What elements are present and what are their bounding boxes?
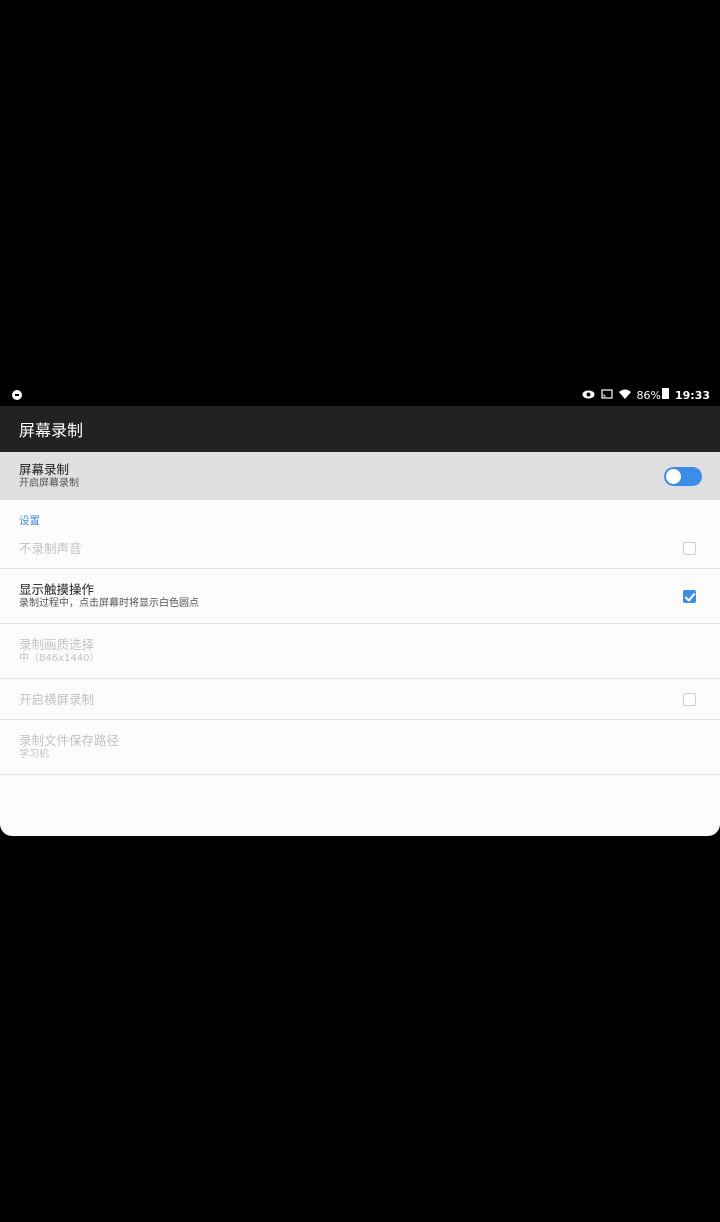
status-bar: 86% 19:33 [0,384,720,406]
show-touches-checkbox[interactable] [683,589,696,603]
battery-icon [661,388,669,399]
pref-show-touches[interactable]: 显示触摸操作 录制过程中，点击屏幕时将显示白色圆点 [0,569,720,624]
pref-save-path-summary: 学习机 [19,749,49,760]
pref-landscape-title: 开启横屏录制 [19,691,95,707]
pref-save-path[interactable]: 录制文件保存路径 学习机 [0,720,720,775]
wifi-icon [618,389,631,402]
screen-record-toggle[interactable] [664,466,702,486]
master-switch-summary: 开启屏幕录制 [19,478,79,489]
pref-quality[interactable]: 录制画质选择 中（846x1440） [0,624,720,679]
screen-recording-screen: 86% 19:33 屏幕录制 屏幕录制 开启屏幕录制 设置 不录制声音 显示触摸… [0,384,720,836]
notification-icon [12,390,22,400]
eye-icon [582,389,595,402]
pref-save-path-title: 录制文件保存路径 [19,733,120,748]
settings-section-header: 设置 [19,515,40,527]
master-switch-row[interactable]: 屏幕录制 开启屏幕录制 [0,452,720,500]
pref-mute-audio[interactable]: 不录制声音 [0,528,720,569]
landscape-checkbox[interactable] [683,692,696,706]
pref-landscape[interactable]: 开启横屏录制 [0,679,720,720]
app-bar: 屏幕录制 [0,406,720,452]
pref-quality-title: 录制画质选择 [19,637,95,652]
toggle-knob [666,468,681,484]
pref-mute-audio-title: 不录制声音 [19,540,82,556]
pref-show-touches-title: 显示触摸操作 [19,582,95,597]
clock: 19:33 [674,388,710,402]
mute-audio-checkbox[interactable] [683,541,696,555]
pref-show-touches-summary: 录制过程中，点击屏幕时将显示白色圆点 [19,598,199,609]
page-title: 屏幕录制 [19,421,84,440]
master-switch-title: 屏幕录制 [19,462,70,477]
cast-icon [600,388,613,402]
battery-text: 86% [636,389,661,402]
pref-quality-summary: 中（846x1440） [19,653,100,664]
